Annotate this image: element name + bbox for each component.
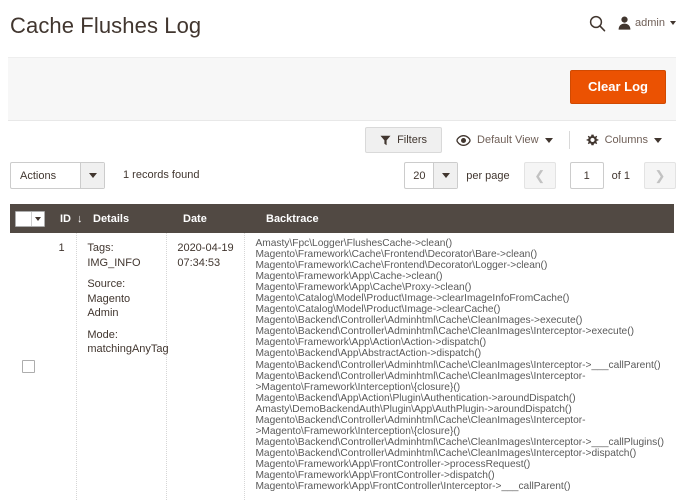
detail-mode: Mode: matchingAnyTag [87,328,156,357]
select-all-dropdown[interactable] [15,211,45,227]
page-header: Cache Flushes Log admin [0,0,684,52]
chevron-down-icon [80,163,104,188]
chevron-down-icon [670,21,676,25]
backtrace-line: Magento\Backend\Controller\Adminhtml\Cac… [255,415,664,426]
user-avatar-icon [618,16,631,30]
gear-icon [586,134,599,147]
backtrace-line: Magento\Framework\Cache\Frontend\Decorat… [255,260,664,271]
mass-actions-label: Actions [11,163,80,188]
cell-backtrace: Amasty\Fpc\Logger\FlushesCache->clean()M… [245,233,674,500]
backtrace-line: Magento\Framework\App\Cache->clean() [255,271,664,282]
records-found-label: 1 records found [123,169,199,181]
columns-label: Columns [605,134,648,146]
backtrace-line: >Magento\Framework\Interception\{closure… [255,426,664,437]
header-actions: admin [588,14,676,32]
cell-details: Tags: IMG_INFO Source: Magento Admin Mod… [77,233,167,500]
backtrace-line: Magento\Catalog\Model\Product\Image->cle… [255,304,664,315]
backtrace-line: Magento\Framework\App\FrontController->p… [255,459,664,470]
backtrace-line: Amasty\Fpc\Logger\FlushesCache->clean() [255,238,664,249]
detail-tags: Tags: IMG_INFO [87,241,156,270]
backtrace-line: Magento\Catalog\Model\Product\Image->cle… [255,293,664,304]
total-pages-label: of 1 [612,170,630,182]
backtrace-list: Amasty\Fpc\Logger\FlushesCache->clean()M… [255,238,664,492]
per-page-select[interactable]: 20 [404,162,458,189]
per-page-label: per page [466,170,509,182]
chevron-left-icon: ❮ [534,169,545,182]
row-select-cell[interactable] [10,233,47,500]
detail-source: Source: Magento Admin [87,277,156,321]
backtrace-line: Amasty\DemoBackendAuth\Plugin\App\AuthPl… [255,404,664,415]
per-page-value: 20 [405,163,433,188]
page-title: Cache Flushes Log [10,13,201,39]
page-actions-panel: Clear Log [8,57,676,121]
backtrace-line: Magento\Framework\App\FrontController->d… [255,470,664,481]
chevron-down-icon [545,138,553,143]
filters-label: Filters [397,134,427,146]
backtrace-line: Magento\Framework\App\FrontController\In… [255,481,664,492]
backtrace-line: Magento\Backend\Controller\Adminhtml\Cac… [255,448,664,459]
backtrace-line: Magento\Backend\Controller\Adminhtml\Cac… [255,315,664,326]
backtrace-line: >Magento\Framework\Interception\{closure… [255,382,664,393]
backtrace-line: Magento\Backend\App\Action\Plugin\Authen… [255,393,664,404]
columns-control[interactable]: Columns [572,128,676,153]
backtrace-line: Magento\Backend\Controller\Adminhtml\Cac… [255,437,664,448]
filters-button[interactable]: Filters [365,127,442,153]
backtrace-line: Magento\Backend\Controller\Adminhtml\Cac… [255,326,664,337]
backtrace-line: Magento\Framework\Cache\Frontend\Decorat… [255,249,664,260]
column-header-backtrace[interactable]: Backtrace [256,204,674,233]
mass-actions-select[interactable]: Actions [10,162,105,189]
search-icon[interactable] [588,14,606,32]
page-number-input[interactable] [570,162,604,189]
previous-page-button[interactable]: ❮ [524,162,556,189]
chevron-down-icon [654,138,662,143]
chevron-down-icon [433,163,457,188]
eye-icon [456,135,471,146]
backtrace-line: Magento\Backend\App\AbstractAction->disp… [255,348,664,359]
toolbar-divider [569,131,570,149]
column-header-id-label: ID [60,213,71,225]
sort-descending-icon: ↓ [77,213,83,225]
pagination-controls: 20 per page ❮ of 1 ❯ [404,162,676,189]
clear-log-button[interactable]: Clear Log [570,70,666,104]
backtrace-line: Magento\Framework\App\Cache\Proxy->clean… [255,282,664,293]
view-bookmarks-control[interactable]: Default View [442,128,567,152]
grid-toolbar: Filters Default View Columns [0,127,684,157]
funnel-icon [380,135,391,146]
column-header-id[interactable]: ID ↓ [50,204,83,233]
page-root: Cache Flushes Log admin Clear Log [0,0,684,501]
chevron-right-icon: ❯ [655,169,666,182]
table-row[interactable]: 1 Tags: IMG_INFO Source: Magento Admin M… [10,233,674,500]
grid-header: ID ↓ Details Date Backtrace [10,204,674,233]
select-all-header[interactable] [10,204,50,233]
data-grid: ID ↓ Details Date Backtrace 1 Tags: IMG_… [10,204,674,500]
backtrace-line: Magento\Framework\App\Action\Action->dis… [255,337,664,348]
column-header-date[interactable]: Date [173,204,256,233]
cell-date: 2020-04-19 07:34:53 [167,233,245,500]
admin-menu[interactable]: admin [618,16,676,30]
admin-label: admin [635,17,665,29]
view-label: Default View [477,134,539,146]
grid-controls-row: Actions 1 records found 20 per page ❮ of… [0,162,684,198]
backtrace-line: Magento\Backend\Controller\Adminhtml\Cac… [255,371,664,382]
cell-id: 1 [47,233,77,500]
column-header-details[interactable]: Details [83,204,173,233]
grid-toolbar-controls: Filters Default View Columns [365,127,676,153]
next-page-button[interactable]: ❯ [644,162,676,189]
backtrace-line: Magento\Backend\Controller\Adminhtml\Cac… [255,360,664,371]
chevron-down-icon [31,212,44,226]
row-checkbox[interactable] [22,360,35,373]
